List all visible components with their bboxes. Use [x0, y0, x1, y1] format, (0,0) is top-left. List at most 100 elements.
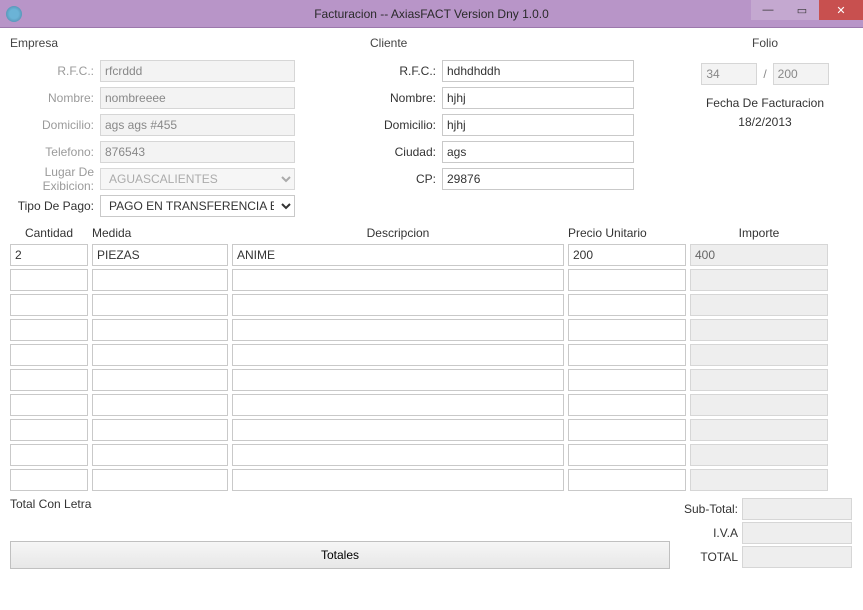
descripcion-input[interactable]: [232, 344, 564, 366]
cliente-domicilio-label: Domicilio:: [370, 118, 442, 132]
cantidad-input[interactable]: [10, 394, 88, 416]
empresa-domicilio-input: [100, 114, 295, 136]
descripcion-input[interactable]: [232, 269, 564, 291]
cantidad-input[interactable]: [10, 419, 88, 441]
descripcion-input[interactable]: [232, 419, 564, 441]
importe-input: [690, 394, 828, 416]
cliente-ciudad-input[interactable]: [442, 141, 634, 163]
col-medida: Medida: [92, 226, 228, 240]
cliente-cp-input[interactable]: [442, 168, 634, 190]
importe-input: [690, 444, 828, 466]
cliente-nombre-input[interactable]: [442, 87, 634, 109]
cliente-heading: Cliente: [370, 36, 680, 50]
window-title: Facturacion -- AxiasFACT Version Dny 1.0…: [314, 7, 549, 21]
precio-input[interactable]: [568, 269, 686, 291]
precio-input[interactable]: [568, 344, 686, 366]
descripcion-input[interactable]: [232, 369, 564, 391]
descripcion-input[interactable]: [232, 244, 564, 266]
folio-left-input: [701, 63, 757, 85]
cantidad-input[interactable]: [10, 369, 88, 391]
empresa-nombre-input: [100, 87, 295, 109]
folio-sep: /: [763, 67, 766, 81]
precio-input[interactable]: [568, 444, 686, 466]
precio-input[interactable]: [568, 294, 686, 316]
empresa-rfc-input: [100, 60, 295, 82]
maximize-button[interactable]: ▭: [785, 0, 819, 20]
cliente-rfc-label: R.F.C.:: [370, 64, 442, 78]
table-row: [10, 469, 853, 491]
subtotal-input: [742, 498, 852, 520]
medida-input[interactable]: [92, 294, 228, 316]
medida-input[interactable]: [92, 419, 228, 441]
medida-input[interactable]: [92, 344, 228, 366]
table-row: [10, 244, 853, 266]
empresa-domicilio-label: Domicilio:: [10, 118, 100, 132]
folio-right-input: [773, 63, 829, 85]
iva-input: [742, 522, 852, 544]
empresa-telefono-label: Telefono:: [10, 145, 100, 159]
cantidad-input[interactable]: [10, 319, 88, 341]
medida-input[interactable]: [92, 444, 228, 466]
cliente-nombre-label: Nombre:: [370, 91, 442, 105]
medida-input[interactable]: [92, 394, 228, 416]
folio-heading: Folio: [680, 36, 850, 50]
precio-input[interactable]: [568, 419, 686, 441]
empresa-heading: Empresa: [10, 36, 320, 50]
col-descripcion: Descripcion: [232, 226, 564, 240]
descripcion-input[interactable]: [232, 294, 564, 316]
cantidad-input[interactable]: [10, 294, 88, 316]
descripcion-input[interactable]: [232, 444, 564, 466]
subtotal-label: Sub-Total:: [678, 502, 738, 516]
minimize-button[interactable]: —: [751, 0, 785, 20]
col-importe: Importe: [690, 226, 828, 240]
title-bar: Facturacion -- AxiasFACT Version Dny 1.0…: [0, 0, 863, 28]
importe-input: [690, 369, 828, 391]
total-input: [742, 546, 852, 568]
cantidad-input[interactable]: [10, 244, 88, 266]
col-cantidad: Cantidad: [10, 226, 88, 240]
client-area: Empresa R.F.C.: Nombre: Domicilio: Telef…: [0, 28, 863, 610]
empresa-lugar-select: AGUASCALIENTES: [100, 168, 295, 190]
precio-input[interactable]: [568, 369, 686, 391]
cliente-rfc-input[interactable]: [442, 60, 634, 82]
table-row: [10, 269, 853, 291]
medida-input[interactable]: [92, 369, 228, 391]
descripcion-input[interactable]: [232, 319, 564, 341]
importe-input: [690, 319, 828, 341]
descripcion-input[interactable]: [232, 394, 564, 416]
total-con-letra-label: Total Con Letra: [10, 497, 670, 511]
table-row: [10, 294, 853, 316]
precio-input[interactable]: [568, 394, 686, 416]
importe-input: [690, 469, 828, 491]
cantidad-input[interactable]: [10, 444, 88, 466]
medida-input[interactable]: [92, 469, 228, 491]
close-button[interactable]: ✕: [819, 0, 863, 20]
cliente-domicilio-input[interactable]: [442, 114, 634, 136]
total-label: TOTAL: [678, 550, 738, 564]
medida-input[interactable]: [92, 244, 228, 266]
importe-input: [690, 419, 828, 441]
table-row: [10, 344, 853, 366]
fecha-value: 18/2/2013: [680, 115, 850, 129]
descripcion-input[interactable]: [232, 469, 564, 491]
medida-input[interactable]: [92, 269, 228, 291]
cantidad-input[interactable]: [10, 344, 88, 366]
precio-input[interactable]: [568, 319, 686, 341]
importe-input: [690, 244, 828, 266]
tipo-pago-label: Tipo De Pago:: [10, 199, 100, 213]
cantidad-input[interactable]: [10, 269, 88, 291]
tipo-pago-select[interactable]: PAGO EN TRANSFERENCIA BANC: [100, 195, 295, 217]
precio-input[interactable]: [568, 469, 686, 491]
precio-input[interactable]: [568, 244, 686, 266]
empresa-telefono-input: [100, 141, 295, 163]
cantidad-input[interactable]: [10, 469, 88, 491]
table-row: [10, 394, 853, 416]
col-precio: Precio Unitario: [568, 226, 686, 240]
medida-input[interactable]: [92, 319, 228, 341]
cliente-cp-label: CP:: [370, 172, 442, 186]
totales-button[interactable]: Totales: [10, 541, 670, 569]
empresa-nombre-label: Nombre:: [10, 91, 100, 105]
app-icon: [6, 6, 22, 22]
table-row: [10, 369, 853, 391]
empresa-lugar-label: Lugar De Exibicion:: [10, 165, 100, 193]
